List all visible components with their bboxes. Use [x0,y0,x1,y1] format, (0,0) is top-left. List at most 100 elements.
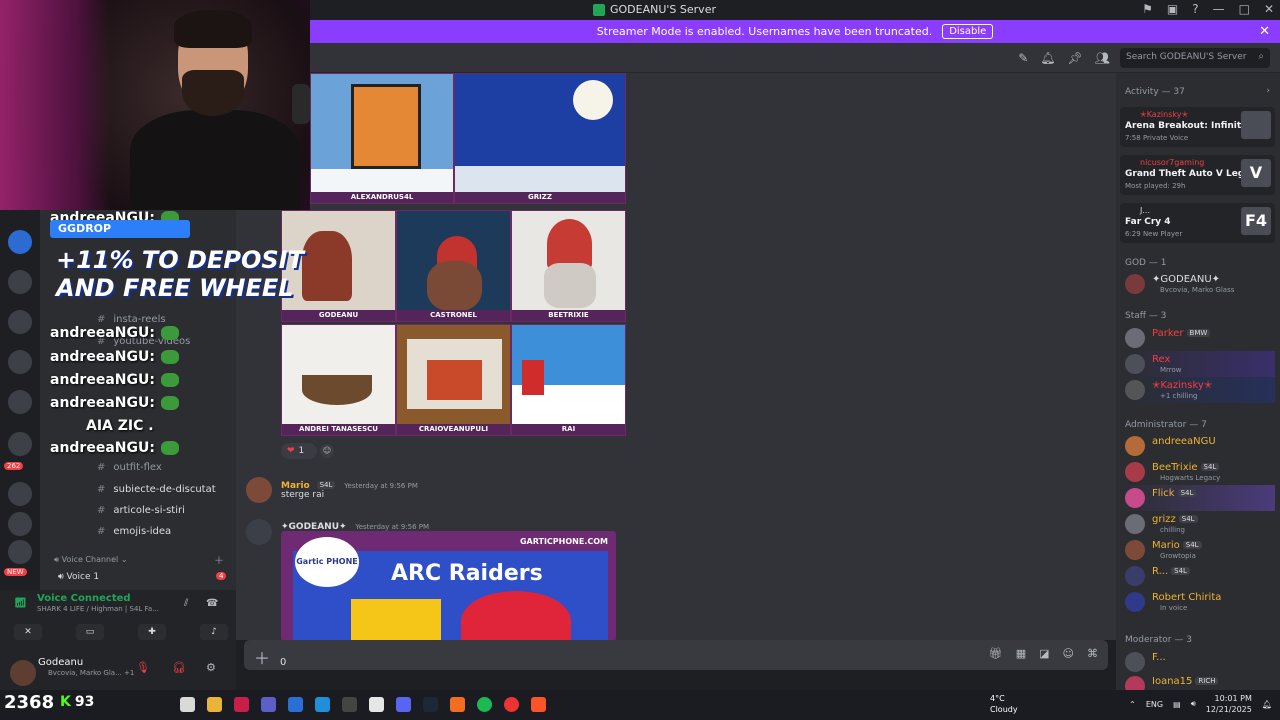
message-composer[interactable]: ＋ 0 🎁︎ ▦ ◪ ☺ ⌘ [244,640,1108,670]
activities-button[interactable]: ✚ [138,624,166,640]
avatar[interactable] [246,519,272,545]
screen-share-button[interactable]: ▭ [76,624,104,640]
server-icon[interactable] [8,310,32,334]
inbox-icon[interactable]: ⚑ [1142,2,1153,16]
art-tile[interactable]: RAI [511,324,626,436]
app-icon[interactable] [342,697,357,712]
add-channel-icon[interactable]: ＋ [214,552,224,567]
server-icon[interactable] [8,512,32,536]
disable-button[interactable]: Disable [942,24,994,39]
sticker-icon[interactable]: ◪ [1039,647,1049,660]
member-item[interactable]: F... [1120,649,1275,675]
member-item[interactable]: ✦GODEANU✦ Bvcovia, Marko Glass [1120,271,1275,297]
teams-icon[interactable] [261,697,276,712]
member-item[interactable]: Rex Mrrow [1120,351,1275,377]
add-attachment-icon[interactable]: ＋ [254,645,270,669]
art-tile[interactable]: ALEXANDRUS4L [310,73,454,204]
noise-icon[interactable]: ⫽ [184,598,188,609]
network-icon[interactable]: ▤ [1173,700,1181,709]
member-item[interactable]: ✭Kazinsky✭ +1 chilling [1120,377,1275,403]
video-button[interactable]: ✕ [14,624,42,640]
obs-icon[interactable] [504,697,519,712]
apps-icon[interactable]: ⌘ [1087,647,1098,660]
explorer-icon[interactable] [207,697,222,712]
deafen-icon[interactable]: 🎧︎ [172,661,186,674]
voice-category[interactable]: 🔊︎ Voice Channel ⌄ [54,555,128,565]
brave-icon[interactable] [531,697,546,712]
add-reaction-icon[interactable]: ☺ [320,444,334,458]
members-icon[interactable]: 👥︎ [1095,51,1110,65]
server-icon[interactable] [8,482,32,506]
taskview-icon[interactable] [180,697,195,712]
emoji-icon[interactable]: ☺ [1063,647,1074,660]
member-item[interactable]: R... S4L [1120,563,1275,589]
art-tile[interactable]: BEETRIXIE [511,210,626,322]
activity-card[interactable]: ✭Kazinsky✭ Arena Breakout: Infinite 7:58… [1120,107,1275,147]
disconnect-icon[interactable]: ☎ [206,598,218,609]
pin-icon[interactable]: 📌︎ [1068,51,1083,65]
art-tile[interactable]: GRIZZ [454,73,626,204]
art-tile[interactable]: ANDREI TANASESCU [281,324,396,436]
notification-icon[interactable]: 🔔︎ [1262,700,1272,709]
member-item[interactable]: Flick S4L [1120,485,1275,511]
clock[interactable]: 10:01 PM 12/21/2025 [1206,693,1252,715]
volume-icon[interactable]: 🔊︎ [1191,699,1196,709]
member-item[interactable]: BeeTrixie S4L Hogwarts Legacy [1120,459,1275,485]
heart-reaction[interactable]: ❤ 1 [281,443,317,459]
app-icon[interactable] [450,697,465,712]
member-item[interactable]: grizz S4L chilling [1120,511,1275,537]
mute-icon[interactable]: 🎙︎ [136,661,150,674]
server-icon[interactable] [8,350,32,374]
threads-icon[interactable]: ✎ [1018,51,1028,65]
server-icon[interactable] [8,390,32,414]
minimize-icon[interactable]: — [1213,2,1225,16]
gartic-card[interactable]: GARTICPHONE.COM Gartic PHONE ARC Raiders [281,531,616,640]
close-banner-icon[interactable]: ✕ [1259,24,1270,39]
message-input[interactable]: 0 [280,657,286,668]
member-item[interactable]: Mario S4L Growtopia [1120,537,1275,563]
maximize-icon[interactable]: □ [1239,2,1250,16]
chevron-right-icon[interactable]: › [1266,86,1270,96]
activity-card[interactable]: nicusor7gaming Grand Theft Auto V Legacy… [1120,155,1275,195]
weather-widget[interactable]: 4°C Cloudy [990,693,1018,715]
lang-indicator[interactable]: ENG [1146,700,1163,709]
voice-status[interactable]: Voice Connected [37,593,131,604]
soundboard-button[interactable]: ♪ [200,624,228,640]
member-item[interactable]: Robert Chirita In voice [1120,589,1275,615]
chevron-up-icon[interactable]: ⌃ [1129,700,1136,709]
member-item[interactable]: Ioana15 RICH [1120,673,1275,690]
server-icon[interactable] [8,270,32,294]
bell-icon[interactable]: 🔔︎ [1040,51,1055,65]
member-item[interactable]: andreeaNGU [1120,433,1275,459]
search-input[interactable]: Search GODEANU'S Server ⌕ [1120,48,1270,68]
server-icon[interactable] [8,540,32,564]
spotify-icon[interactable] [477,697,492,712]
member-item[interactable]: Parker BMW [1120,325,1275,351]
close-window-icon[interactable]: ✕ [1264,2,1274,16]
screen-icon[interactable]: ▣ [1167,2,1178,16]
app-icon[interactable] [234,697,249,712]
activity-card[interactable]: J... Far Cry 4 6:29 New Player F4 [1120,203,1275,243]
app-icon[interactable] [369,697,384,712]
gif-icon[interactable]: ▦ [1016,647,1026,660]
channel-item[interactable]: # outfit-flex [97,462,162,473]
channel-item[interactable]: # subiecte-de-discutat [97,484,216,495]
server-icon[interactable] [8,432,32,456]
gift-icon[interactable]: 🎁︎ [989,647,1003,660]
art-tile[interactable]: CRAIOVEANUPULI [396,324,511,436]
art-tile-caption: GODEANU [282,310,395,321]
app-icon[interactable] [288,697,303,712]
steam-icon[interactable] [423,697,438,712]
avatar[interactable] [246,477,272,503]
search-icon: ⌕ [1258,51,1264,62]
server-icon[interactable] [8,230,32,254]
avatar[interactable] [10,660,36,686]
settings-gear-icon[interactable]: ⚙ [206,661,216,674]
channel-item[interactable]: # articole-si-stiri [97,505,185,516]
edge-icon[interactable] [315,697,330,712]
voice-channel[interactable]: 🔊︎ Voice 1 [58,572,99,582]
art-tile[interactable]: CASTRONEL [396,210,511,322]
discord-icon[interactable] [396,697,411,712]
channel-item[interactable]: # emojis-idea [97,526,171,537]
help-icon[interactable]: ? [1192,2,1198,16]
